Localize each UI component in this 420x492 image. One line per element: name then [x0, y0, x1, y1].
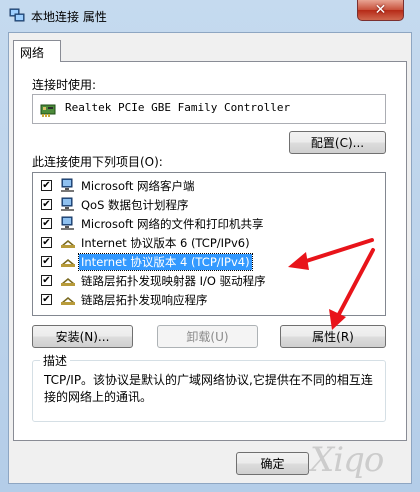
- check-icon: ✔: [42, 294, 51, 305]
- tab-networking[interactable]: 网络: [13, 40, 61, 62]
- uninstall-button[interactable]: 卸载(U): [157, 325, 258, 348]
- item-checkbox[interactable]: ✔: [41, 218, 52, 229]
- list-item-selected[interactable]: ✔ Internet 协议版本 4 (TCP/IPv4): [33, 252, 385, 271]
- file-printer-sharing-icon: [61, 216, 74, 230]
- item-checkbox[interactable]: ✔: [41, 237, 52, 248]
- item-label: Microsoft 网络的文件和打印机共享: [81, 217, 264, 231]
- description-title: 描述: [40, 352, 71, 369]
- properties-button[interactable]: 属性(R): [280, 325, 386, 348]
- check-icon: ✔: [42, 218, 51, 229]
- check-icon: ✔: [42, 180, 51, 191]
- qos-scheduler-icon: [61, 197, 74, 211]
- list-item[interactable]: ✔ Microsoft 网络客户端: [33, 176, 385, 195]
- list-item[interactable]: ✔ 链路层拓扑发现响应程序: [33, 290, 385, 309]
- title-bar[interactable]: 本地连接 属性 ✕: [0, 0, 420, 32]
- check-icon: ✔: [42, 275, 51, 286]
- ok-button[interactable]: 确定: [236, 452, 309, 475]
- item-checkbox[interactable]: ✔: [41, 180, 52, 191]
- install-button-label: 安装(N)...: [55, 330, 110, 344]
- network-connection-icon: [9, 8, 25, 22]
- connect-using-label: 连接时使用:: [32, 78, 97, 92]
- components-list[interactable]: ✔ Microsoft 网络客户端 ✔ QoS 数据包计划程序 ✔ Micros…: [32, 172, 386, 316]
- item-label: QoS 数据包计划程序: [81, 198, 189, 212]
- check-icon: ✔: [42, 256, 51, 267]
- description-text: TCP/IP。该协议是默认的广域网络协议,它提供在不同的相互连接的网络上的通讯。: [44, 373, 373, 404]
- item-checkbox[interactable]: ✔: [41, 294, 52, 305]
- tab-label: 网络: [20, 46, 45, 60]
- item-label: Internet 协议版本 4 (TCP/IPv4): [78, 253, 253, 271]
- properties-button-label: 属性(R): [312, 330, 354, 344]
- item-label: 链路层拓扑发现响应程序: [81, 293, 208, 307]
- adapter-name: Realtek PCIe GBE Family Controller: [65, 101, 291, 114]
- watermark: Xiqo: [310, 440, 384, 480]
- properties-window: 本地连接 属性 ✕ 网络 连接时使用: Realtek PCIe GBE Fam…: [0, 0, 420, 492]
- item-label: 链路层拓扑发现映射器 I/O 驱动程序: [81, 274, 266, 288]
- ok-button-label: 确定: [260, 457, 285, 471]
- install-button[interactable]: 安装(N)...: [32, 325, 133, 348]
- protocol-icon: [61, 297, 75, 305]
- items-label: 此连接使用下列项目(O):: [32, 155, 163, 169]
- list-item[interactable]: ✔ Internet 协议版本 6 (TCP/IPv6): [33, 233, 385, 252]
- check-icon: ✔: [42, 237, 51, 248]
- item-checkbox[interactable]: ✔: [41, 199, 52, 210]
- configure-button-label: 配置(C)...: [310, 136, 365, 150]
- list-item[interactable]: ✔ Microsoft 网络的文件和打印机共享: [33, 214, 385, 233]
- item-label: Microsoft 网络客户端: [81, 179, 195, 193]
- close-icon: ✕: [374, 2, 387, 18]
- item-checkbox[interactable]: ✔: [41, 275, 52, 286]
- configure-button[interactable]: 配置(C)...: [289, 131, 386, 154]
- network-client-icon: [61, 178, 74, 192]
- protocol-icon: [61, 278, 75, 286]
- protocol-icon: [61, 259, 75, 267]
- close-button[interactable]: ✕: [357, 0, 404, 21]
- protocol-icon: [61, 240, 75, 248]
- list-item[interactable]: ✔ 链路层拓扑发现映射器 I/O 驱动程序: [33, 271, 385, 290]
- check-icon: ✔: [42, 199, 51, 210]
- network-adapter-icon: [40, 104, 56, 117]
- uninstall-button-label: 卸载(U): [186, 330, 229, 344]
- window-title: 本地连接 属性: [31, 10, 107, 24]
- item-label: Internet 协议版本 6 (TCP/IPv6): [81, 236, 250, 250]
- item-checkbox[interactable]: ✔: [41, 256, 52, 267]
- list-item[interactable]: ✔ QoS 数据包计划程序: [33, 195, 385, 214]
- adapter-field: Realtek PCIe GBE Family Controller: [32, 94, 386, 124]
